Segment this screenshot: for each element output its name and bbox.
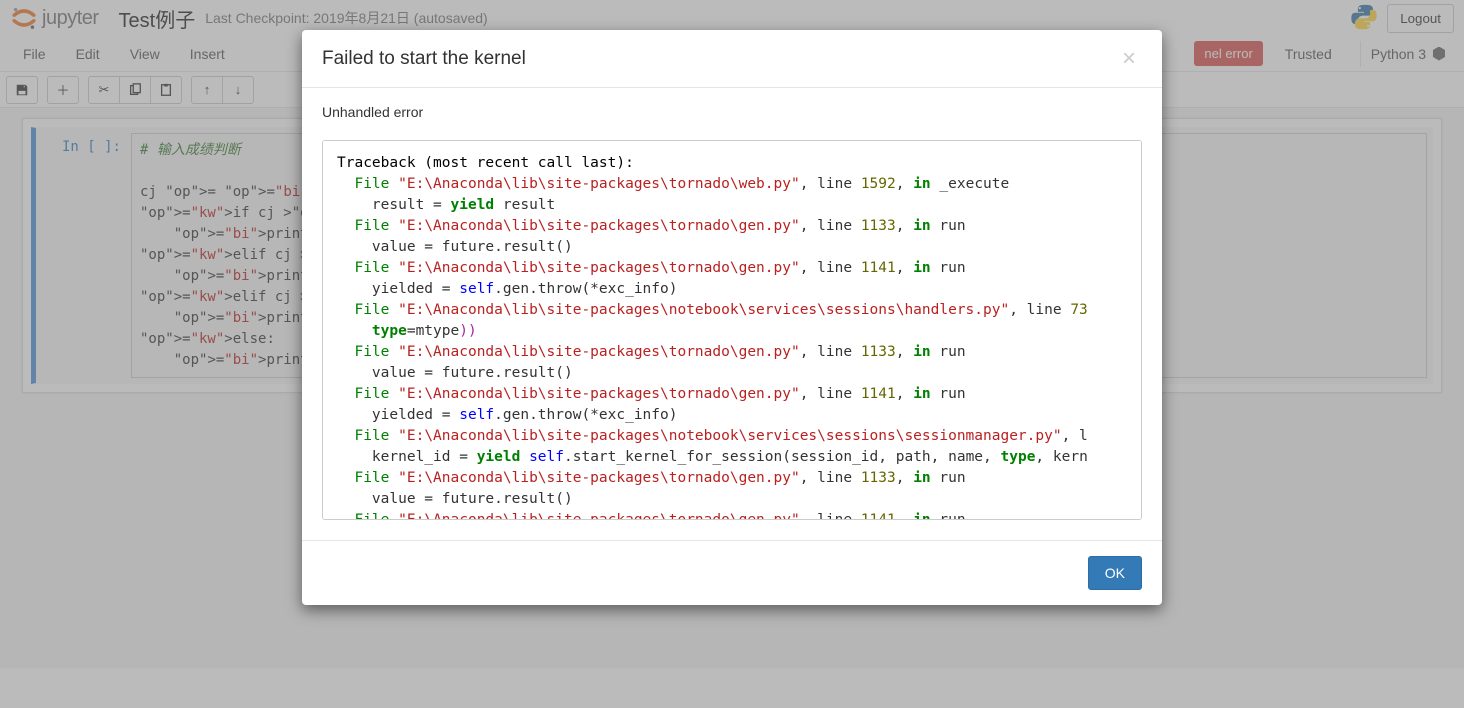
modal-footer: OK [302,540,1162,605]
modal-body: Unhandled error Traceback (most recent c… [302,88,1162,540]
modal-close-button[interactable]: × [1116,46,1142,72]
modal-subtitle: Unhandled error [322,104,1142,120]
modal-title: Failed to start the kernel [322,48,526,70]
traceback-box[interactable]: Traceback (most recent call last): File … [322,140,1142,520]
modal-header: Failed to start the kernel × [302,30,1162,88]
ok-button[interactable]: OK [1088,556,1142,590]
kernel-error-modal: Failed to start the kernel × Unhandled e… [302,30,1162,605]
